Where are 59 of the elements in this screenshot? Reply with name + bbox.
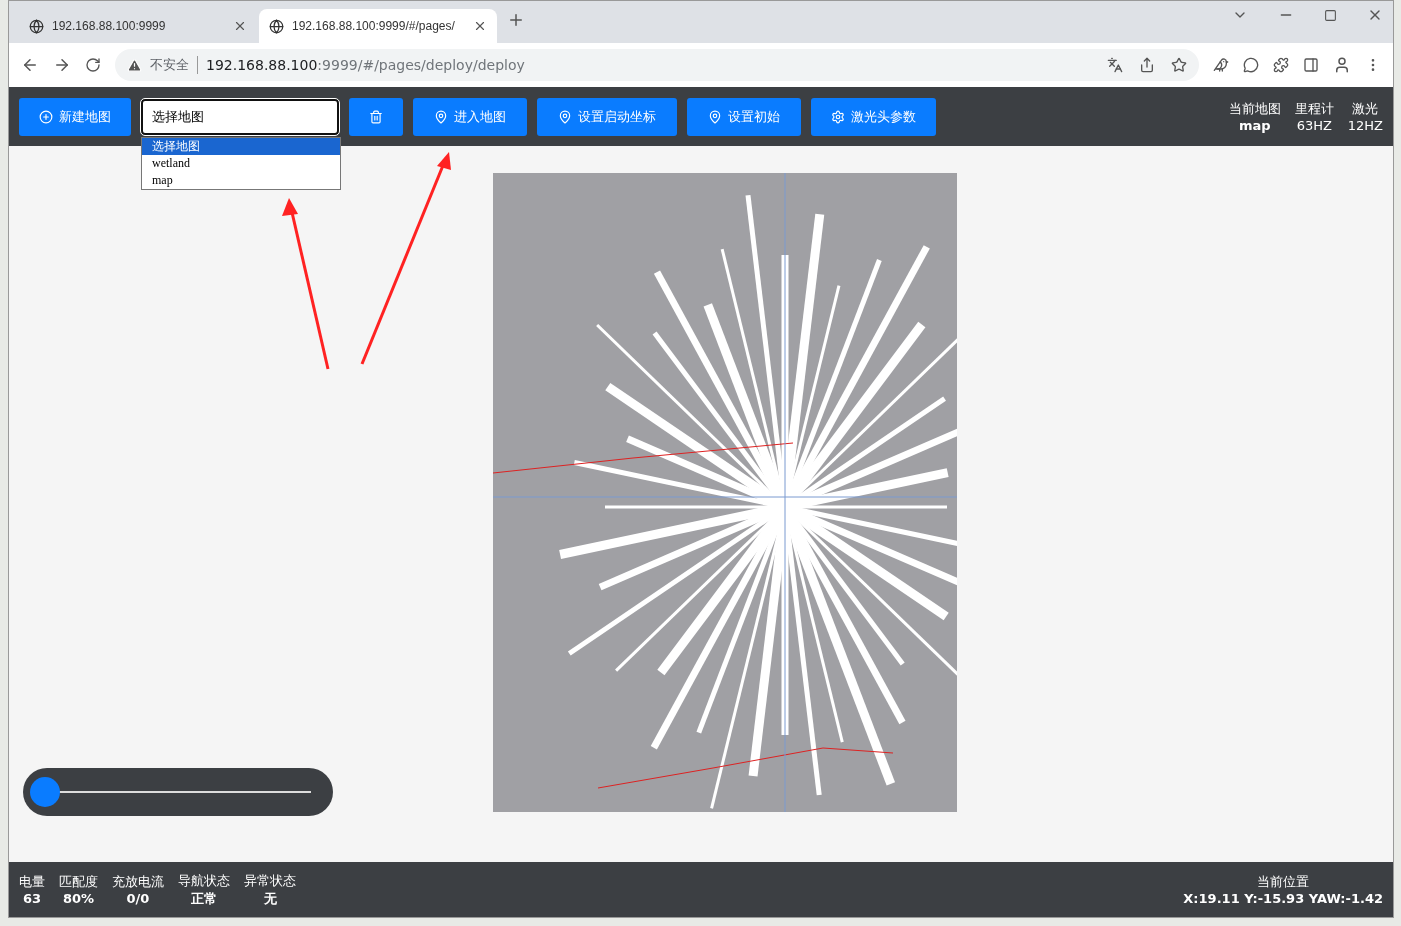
status-label: 异常状态: [244, 871, 296, 890]
delete-button[interactable]: [349, 97, 403, 136]
new-map-button[interactable]: 新建地图: [19, 97, 131, 136]
status-value: 80%: [62, 891, 95, 906]
dropdown-option[interactable]: 选择地图: [142, 137, 340, 155]
url-text: 192.168.88.100:9999/#/pages/deploy/deploy: [206, 57, 525, 73]
status-label: 导航状态: [178, 871, 230, 890]
tab-title: 192.168.88.100:9999/#/pages/: [292, 19, 456, 33]
pin-icon: [708, 109, 722, 124]
stat-value: 12HZ: [1347, 118, 1383, 133]
chat-icon[interactable]: [1243, 57, 1259, 73]
new-tab-icon[interactable]: [507, 11, 525, 29]
maximize-icon[interactable]: [1324, 7, 1337, 23]
globe-icon: [269, 18, 284, 34]
status-value: 0/0: [126, 891, 150, 906]
status-value: 63: [22, 891, 42, 906]
close-icon[interactable]: [233, 19, 247, 33]
map-select[interactable]: 选择地图: [141, 98, 339, 135]
stat-label: 里程计: [1294, 100, 1334, 118]
star-icon[interactable]: [1171, 57, 1187, 73]
map-action-button[interactable]: 进入地图: [413, 97, 527, 136]
position-value: X:19.11 Y:-15.93 YAW:-1.42: [1183, 891, 1383, 906]
side-panel-icon[interactable]: [1303, 57, 1319, 73]
reload-icon[interactable]: [85, 57, 101, 73]
map-action-button[interactable]: 设置启动坐标: [537, 97, 677, 136]
security-label: 不安全: [150, 56, 198, 74]
profile-icon[interactable]: [1333, 56, 1351, 74]
status-value: 正常: [191, 889, 217, 908]
browser-tab[interactable]: 192.168.88.100:9999/#/pages/: [259, 9, 497, 43]
map-action-button[interactable]: 设置初始: [687, 97, 801, 136]
close-icon[interactable]: [473, 19, 487, 33]
laser-settings-button[interactable]: 激光头参数: [811, 97, 936, 136]
stat-value: map: [1238, 118, 1271, 133]
pin-icon: [558, 109, 572, 124]
translate-icon[interactable]: [1107, 57, 1123, 73]
stat-label: 当前地图: [1228, 100, 1281, 118]
extensions-icon[interactable]: [1273, 57, 1289, 73]
pin-icon: [434, 109, 448, 124]
settings-icon: [831, 109, 845, 124]
status-label: 充放电流: [112, 873, 164, 891]
stat-label: 激光: [1352, 100, 1379, 118]
plus-circle-icon: [39, 109, 53, 124]
slider-track[interactable]: [23, 768, 333, 816]
status-label: 电量: [19, 873, 45, 891]
stat-value: 63HZ: [1296, 118, 1332, 133]
status-label: 匹配度: [59, 873, 98, 891]
slider-thumb[interactable]: [30, 777, 60, 807]
tab-title: 192.168.88.100:9999: [52, 19, 167, 33]
address-bar[interactable]: 不安全 192.168.88.100:9999/#/pages/deploy/deploy: [115, 49, 1199, 81]
bird-icon[interactable]: [1213, 57, 1229, 73]
warning-icon: [127, 57, 142, 73]
browser-tab[interactable]: 192.168.88.100:9999: [19, 9, 257, 43]
status-value: 无: [263, 889, 277, 908]
position-label: 当前位置: [1257, 873, 1310, 891]
trash-icon: [369, 109, 383, 124]
share-icon[interactable]: [1139, 57, 1155, 73]
forward-icon[interactable]: [53, 56, 71, 74]
globe-icon: [29, 18, 44, 34]
back-icon[interactable]: [21, 56, 39, 74]
